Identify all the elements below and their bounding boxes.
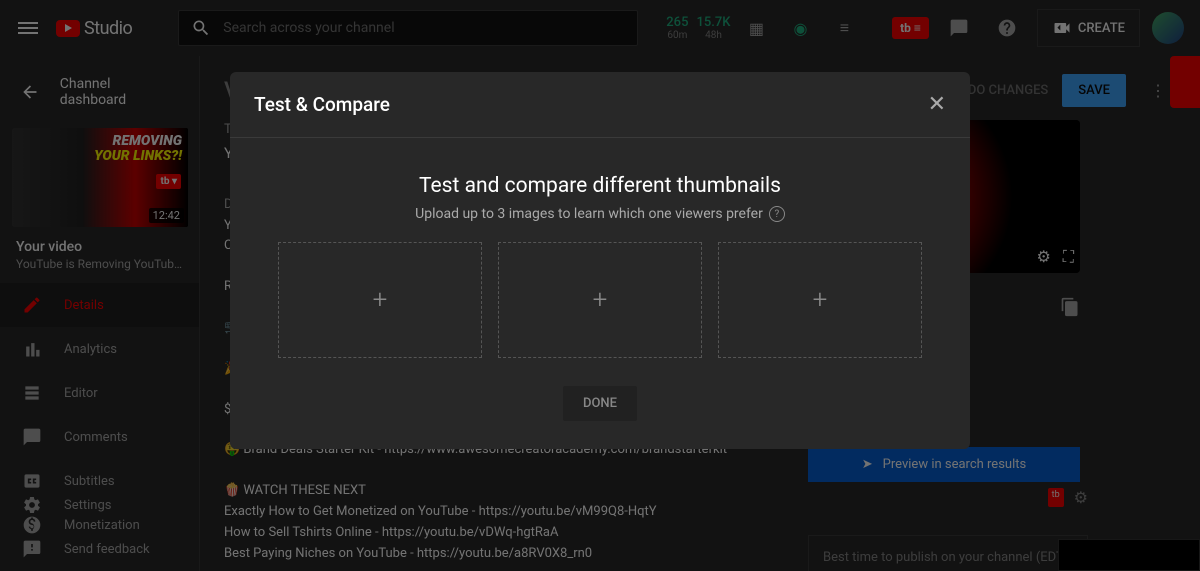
- close-icon[interactable]: ✕: [928, 92, 946, 117]
- done-button[interactable]: DONE: [563, 386, 637, 421]
- plus-icon: +: [593, 285, 608, 315]
- modal-subtitle: Upload up to 3 images to learn which one…: [415, 206, 763, 222]
- plus-icon: +: [373, 285, 388, 315]
- modal-heading: Test and compare different thumbnails: [278, 174, 922, 198]
- upload-slot-3[interactable]: +: [718, 242, 922, 358]
- help-icon[interactable]: ?: [769, 206, 785, 222]
- modal-overlay: Test & Compare ✕ Test and compare differ…: [0, 0, 1200, 571]
- upload-slot-1[interactable]: +: [278, 242, 482, 358]
- upload-slot-2[interactable]: +: [498, 242, 702, 358]
- modal-title: Test & Compare: [254, 93, 390, 116]
- plus-icon: +: [813, 285, 828, 315]
- test-compare-modal: Test & Compare ✕ Test and compare differ…: [230, 72, 970, 449]
